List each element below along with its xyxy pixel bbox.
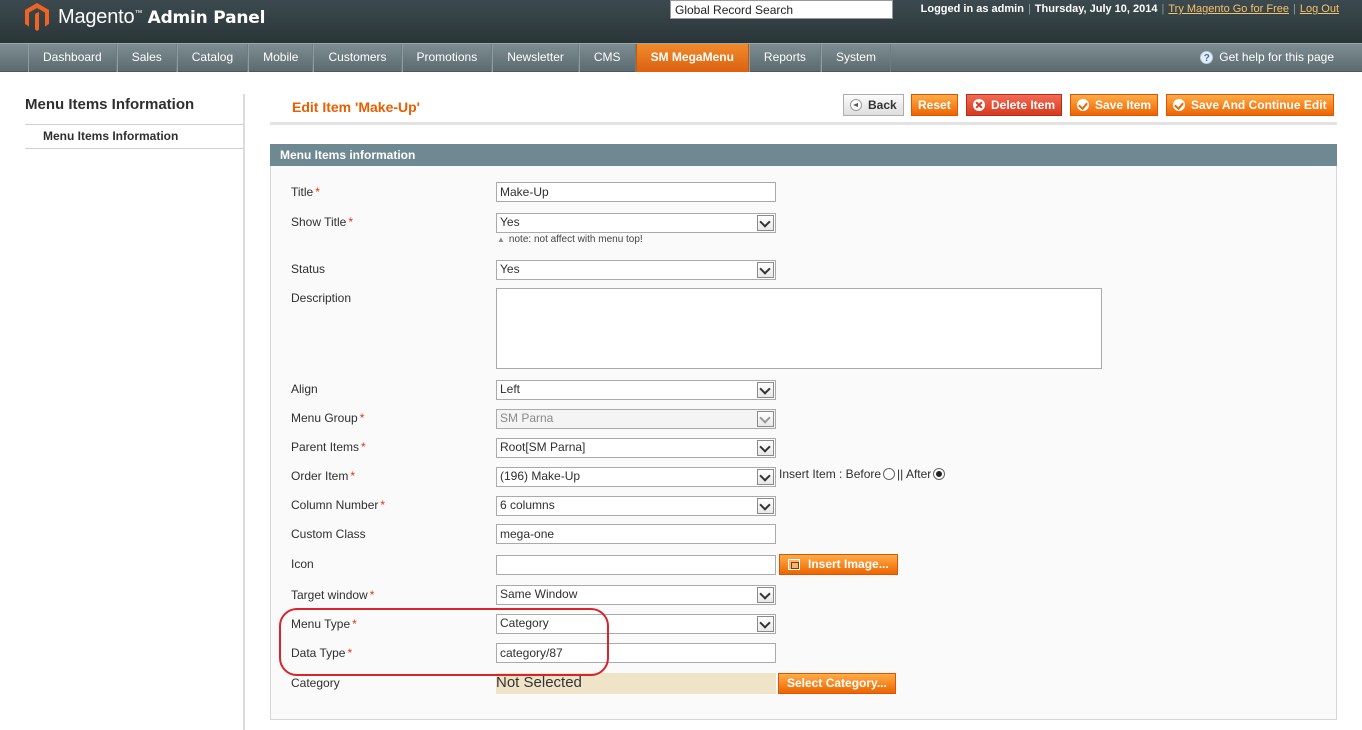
chevron-down-icon [757, 382, 774, 398]
save-item-button[interactable]: Save Item [1070, 94, 1159, 116]
logout-link[interactable]: Log Out [1300, 3, 1339, 15]
app-header: Magento™ Admin Panel Global Record Searc… [0, 0, 1362, 43]
description-textarea[interactable] [496, 288, 1102, 369]
title-divider [270, 122, 1337, 125]
reset-button[interactable]: Reset [911, 94, 958, 116]
nav-newsletter[interactable]: Newsletter [492, 44, 579, 72]
save-continue-button-label: Save And Continue Edit [1191, 97, 1327, 112]
main-nav: Dashboard Sales Catalog Mobile Customers… [0, 43, 1362, 72]
chevron-down-icon [757, 616, 774, 632]
insert-item-label: Insert Item : Before [779, 467, 882, 481]
check-icon [1077, 99, 1089, 111]
target-window-select[interactable]: Same Window [496, 585, 776, 605]
help-link-label: Get help for this page [1219, 50, 1334, 64]
save-and-continue-button[interactable]: Save And Continue Edit [1166, 94, 1334, 116]
icon-label: Icon [291, 557, 314, 571]
try-magento-link[interactable]: Try Magento Go for Free [1168, 3, 1289, 15]
category-label: Category [291, 676, 340, 690]
magento-logo[interactable]: Magento™ Admin Panel [24, 2, 265, 32]
reset-button-label: Reset [918, 97, 951, 112]
nav-reports[interactable]: Reports [748, 44, 821, 72]
brand-name: Magento [58, 5, 135, 28]
delete-button-label: Delete Item [991, 97, 1056, 112]
insert-after-label: || After [897, 467, 932, 481]
nav-system[interactable]: System [820, 44, 891, 72]
logged-in-text: Logged in as admin [920, 3, 1024, 15]
delete-icon [973, 99, 985, 111]
back-button[interactable]: Back [843, 94, 904, 116]
insert-item-options: Insert Item : Before || After [779, 467, 947, 481]
nav-mobile[interactable]: Mobile [248, 44, 314, 72]
show-title-note: ▲ note: not affect with menu top! [497, 234, 643, 245]
insert-after-radio[interactable] [933, 468, 946, 480]
highlight-annotation [279, 608, 609, 676]
title-input[interactable]: Make-Up [496, 182, 776, 202]
brand-suffix: Admin Panel [147, 7, 266, 28]
icon-input[interactable] [496, 555, 776, 575]
global-search-input[interactable]: Global Record Search [670, 0, 893, 19]
image-icon [788, 559, 800, 570]
chevron-down-icon [757, 215, 774, 231]
title-label: Title * [291, 185, 320, 199]
chevron-down-icon [757, 262, 774, 278]
chevron-down-icon [757, 469, 774, 485]
nav-sales[interactable]: Sales [116, 44, 177, 72]
order-item-select[interactable]: (196) Make-Up [496, 467, 776, 487]
sidebar-divider [243, 94, 245, 730]
nav-dashboard[interactable]: Dashboard [28, 44, 117, 72]
back-button-label: Back [868, 97, 897, 112]
parent-items-select[interactable]: Root[SM Parna] [496, 438, 776, 458]
check-icon [1173, 99, 1185, 111]
divider [25, 148, 244, 149]
show-title-label: Show Title * [291, 215, 354, 229]
chevron-down-icon [757, 440, 774, 456]
category-value: Not Selected [496, 673, 776, 694]
back-arrow-icon [850, 99, 862, 111]
nav-customers[interactable]: Customers [313, 44, 402, 72]
date-text: Thursday, July 10, 2014 [1034, 3, 1158, 15]
insert-image-button[interactable]: Insert Image... [779, 554, 898, 575]
status-select[interactable]: Yes [496, 260, 776, 280]
nav-cms[interactable]: CMS [578, 44, 636, 72]
help-icon: ? [1200, 50, 1214, 64]
help-link[interactable]: ? Get help for this page [1200, 50, 1334, 64]
align-select[interactable]: Left [496, 380, 776, 400]
column-number-label: Column Number * [291, 498, 386, 512]
triangle-up-icon: ▲ [497, 235, 505, 244]
magento-logo-icon [25, 3, 49, 31]
select-category-label: Select Category... [787, 676, 887, 690]
chevron-down-icon [757, 587, 774, 603]
user-bar: Logged in as admin | Thursday, July 10, 20… [920, 3, 1339, 15]
chevron-down-icon [757, 411, 774, 427]
nav-catalog[interactable]: Catalog [176, 44, 249, 72]
description-label: Description [291, 291, 352, 305]
select-category-button[interactable]: Select Category... [778, 673, 896, 694]
sidebar-tab-menu-items-information[interactable]: Menu Items Information [43, 129, 178, 143]
column-number-select[interactable]: 6 columns [496, 496, 776, 516]
parent-items-label: Parent Items * [291, 440, 366, 454]
show-title-select[interactable]: Yes [496, 213, 776, 233]
custom-class-label: Custom Class [291, 527, 366, 541]
menu-group-select: SM Parna [496, 409, 776, 429]
insert-before-radio[interactable] [883, 468, 896, 480]
nav-promotions[interactable]: Promotions [401, 44, 493, 72]
nav-sm-megamenu[interactable]: SM MegaMenu [635, 44, 749, 72]
align-label: Align [291, 382, 318, 396]
status-label: Status [291, 262, 326, 276]
divider [25, 124, 244, 125]
section-header: Menu Items information [270, 144, 1337, 166]
save-button-label: Save Item [1095, 97, 1152, 112]
chevron-down-icon [757, 498, 774, 514]
sidebar-title: Menu Items Information [25, 96, 195, 113]
insert-image-label: Insert Image... [808, 557, 889, 571]
delete-item-button[interactable]: Delete Item [966, 94, 1063, 116]
menu-group-label: Menu Group * [291, 411, 365, 425]
custom-class-input[interactable]: mega-one [496, 524, 776, 544]
order-item-label: Order Item * [291, 469, 356, 483]
page-title: Edit Item 'Make-Up' [292, 99, 421, 115]
target-window-label: Target window * [291, 588, 375, 602]
